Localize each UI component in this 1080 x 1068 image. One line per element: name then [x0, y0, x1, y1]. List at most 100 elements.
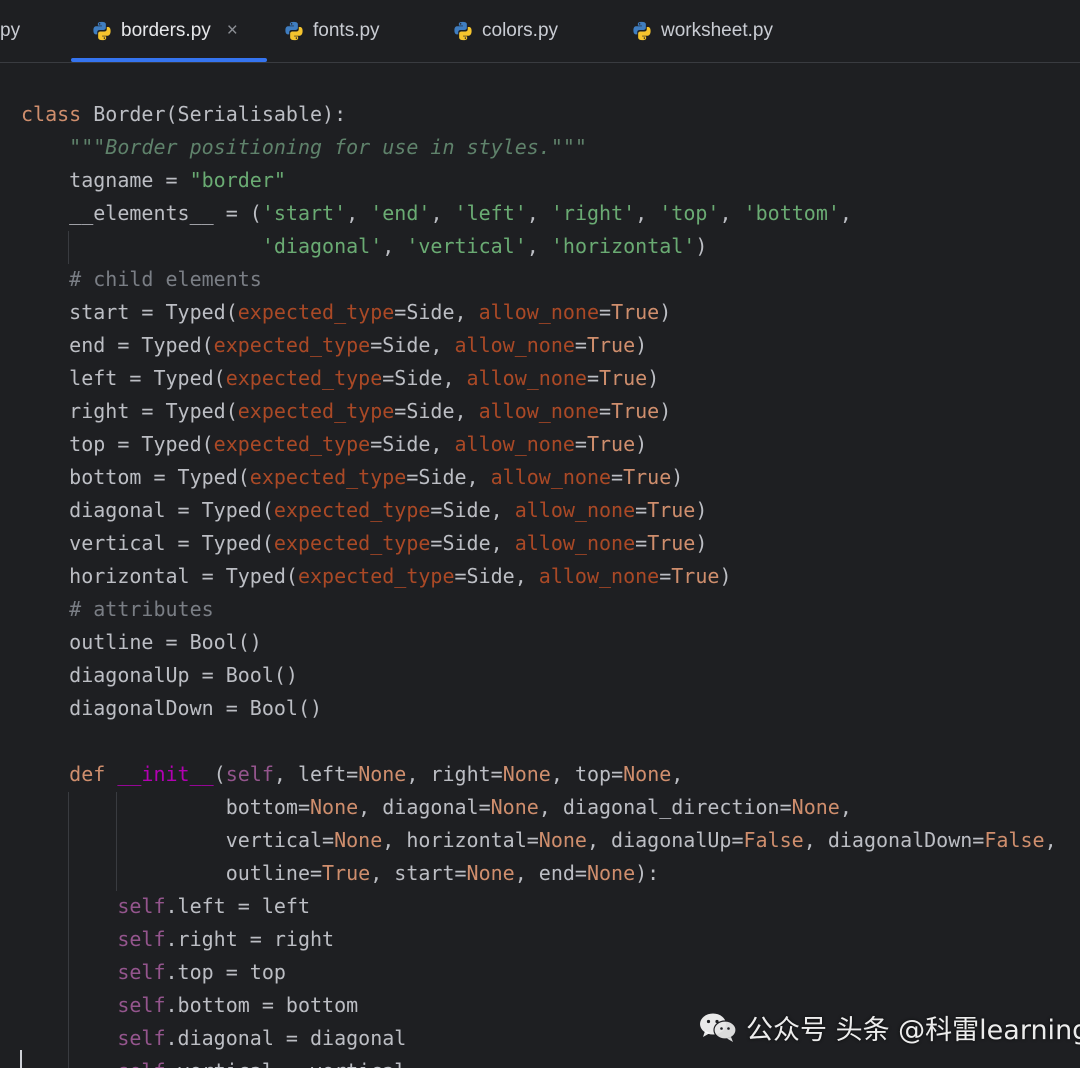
tab-fonts-py[interactable]: fonts.py — [283, 0, 380, 62]
tab-label: py — [0, 20, 21, 41]
code-token: start = Typed( — [21, 300, 238, 324]
code-token: "border" — [189, 168, 286, 192]
code-line[interactable]: right = Typed(expected_type=Side, allow_… — [21, 395, 1057, 428]
code-token: , — [526, 201, 551, 225]
code-line[interactable]: horizontal = Typed(expected_type=Side, a… — [21, 560, 1057, 593]
python-icon — [454, 21, 472, 41]
code-token: expected_type — [237, 399, 395, 423]
code-token: None — [490, 795, 539, 819]
code-token: __init__ — [117, 762, 214, 786]
code-token: __elements__ = ( — [21, 201, 262, 225]
code-line[interactable]: self.top = top — [21, 956, 1057, 989]
code-line[interactable]: self.left = left — [21, 890, 1057, 923]
code-line[interactable]: 'diagonal', 'vertical', 'horizontal') — [21, 230, 1057, 263]
code-line[interactable]: vertical = Typed(expected_type=Side, all… — [21, 527, 1057, 560]
code-line[interactable]: # attributes — [21, 593, 1057, 626]
code-token: """Border positioning for use in styles.… — [69, 135, 587, 159]
watermark-text: 公众号 头条 @科雷learning — [746, 1014, 1080, 1046]
code-line[interactable]: outline=True, start=None, end=None): — [21, 857, 1057, 890]
code-token: allow_none — [454, 432, 575, 456]
code-line[interactable]: def __init__(self, left=None, right=None… — [21, 758, 1057, 791]
code-token: expected_type — [249, 465, 407, 489]
code-line[interactable]: class Border(Serialisable): — [21, 98, 1057, 131]
code-line[interactable]: diagonal = Typed(expected_type=Side, all… — [21, 494, 1057, 527]
code-token: = — [635, 531, 648, 555]
code-token: .vertical = vertical — [166, 1059, 407, 1068]
code-token: = — [574, 333, 587, 357]
tab-partial-py[interactable]: py — [0, 0, 20, 62]
tab-worksheet-py[interactable]: worksheet.py — [631, 0, 773, 62]
code-token: .top = top — [165, 960, 286, 984]
code-line[interactable]: vertical=None, horizontal=None, diagonal… — [21, 824, 1057, 857]
code-token: # attributes — [69, 597, 214, 621]
code-line[interactable]: end = Typed(expected_type=Side, allow_no… — [21, 329, 1057, 362]
code-token: , — [839, 795, 852, 819]
code-line[interactable]: start = Typed(expected_type=Side, allow_… — [21, 296, 1057, 329]
code-token: =Side, — [370, 333, 455, 357]
code-token: True — [586, 333, 636, 357]
code-token: 'start' — [261, 201, 347, 225]
code-token: True — [647, 531, 696, 555]
code-line[interactable]: tagname = "border" — [21, 164, 1057, 197]
code-line[interactable]: diagonalDown = Bool() — [21, 692, 1057, 725]
code-token: vertical= — [21, 828, 335, 852]
code-token: class — [21, 102, 94, 126]
code-line[interactable]: self.right = right — [21, 923, 1057, 956]
code-line[interactable] — [21, 725, 1057, 758]
code-line[interactable]: top = Typed(expected_type=Side, allow_no… — [21, 428, 1057, 461]
code-token: , — [526, 234, 551, 258]
editor-tab-bar: py borders.py × fonts.py colors.py works… — [0, 0, 1080, 63]
code-token: None — [623, 762, 672, 786]
code-token: self — [117, 1059, 165, 1068]
code-line[interactable]: outline = Bool() — [21, 626, 1057, 659]
code-token: diagonal = Typed( — [21, 498, 274, 522]
code-token: allow_none — [514, 498, 636, 522]
tab-colors-py[interactable]: colors.py — [452, 0, 558, 62]
code-token: , left= — [273, 762, 359, 786]
code-token: ) — [659, 399, 672, 423]
code-line[interactable]: # child elements — [21, 263, 1057, 296]
code-token: False — [984, 828, 1045, 852]
code-editor[interactable]: class Border(Serialisable): """Border po… — [0, 63, 1080, 1068]
code-line[interactable]: __elements__ = ('start', 'end', 'left', … — [21, 197, 1057, 230]
close-icon[interactable]: × — [227, 20, 238, 42]
code-token: =Side, — [370, 432, 455, 456]
code-token: = — [611, 465, 624, 489]
code-token: True — [586, 432, 636, 456]
code-token: =Side, — [406, 465, 491, 489]
code-token: =Side, — [394, 399, 479, 423]
code-line[interactable]: diagonalUp = Bool() — [21, 659, 1057, 692]
code-line[interactable]: bottom=None, diagonal=None, diagonal_dir… — [21, 791, 1057, 824]
code-content[interactable]: class Border(Serialisable): """Border po… — [21, 98, 1057, 1068]
code-token: horizontal = Typed( — [21, 564, 298, 588]
code-token: 'top' — [659, 201, 720, 225]
text-caret — [20, 1050, 22, 1068]
code-line[interactable]: self.vertical = vertical — [21, 1055, 1057, 1068]
code-token: None — [358, 762, 407, 786]
code-token: ): — [635, 861, 660, 885]
code-token: None — [502, 762, 551, 786]
code-line[interactable]: bottom = Typed(expected_type=Side, allow… — [21, 461, 1057, 494]
code-token: , — [839, 201, 852, 225]
tab-label: colors.py — [482, 20, 559, 41]
code-token: , top= — [550, 762, 624, 786]
code-line[interactable]: """Border positioning for use in styles.… — [21, 131, 1057, 164]
tab-borders-py[interactable]: borders.py × — [71, 0, 267, 62]
code-token: end = Typed( — [21, 333, 214, 357]
code-line[interactable]: left = Typed(expected_type=Side, allow_n… — [21, 362, 1057, 395]
code-token: expected_type — [213, 432, 371, 456]
code-token: , diagonal_direction= — [538, 795, 792, 819]
code-token: .bottom = bottom — [165, 993, 359, 1017]
code-token: = — [659, 564, 672, 588]
code-token: ) — [635, 333, 648, 357]
code-token: =Side, — [430, 531, 515, 555]
code-token: True — [623, 465, 672, 489]
code-token: allow_none — [466, 366, 587, 390]
